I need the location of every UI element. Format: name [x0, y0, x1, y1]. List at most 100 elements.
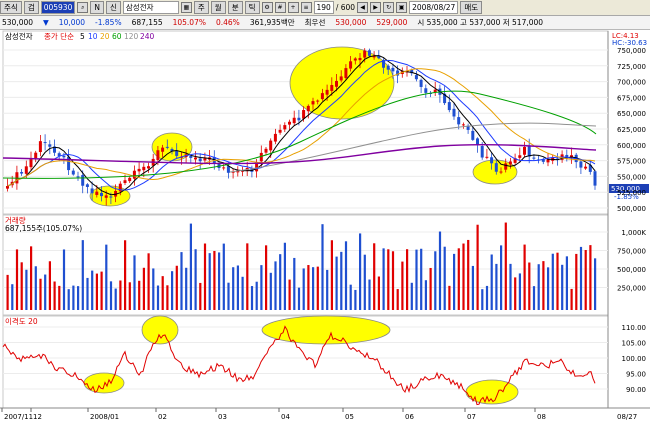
grid-icon[interactable]: # — [274, 2, 286, 13]
candle-body — [34, 152, 38, 159]
zoom-icon[interactable]: + — [287, 2, 299, 13]
candle-body — [546, 159, 550, 163]
ma60-label: 60 — [112, 32, 122, 41]
n-button[interactable]: N — [90, 1, 104, 14]
volume-bar — [448, 285, 451, 310]
candle-body — [264, 148, 268, 153]
volume-bar — [283, 242, 286, 310]
volume-bar — [359, 233, 362, 310]
volume-bar — [391, 251, 395, 310]
volume-bar — [124, 240, 127, 310]
period-week-button[interactable]: 주 — [193, 1, 209, 14]
candle-body — [325, 89, 329, 95]
x-axis-label: 03 — [218, 413, 227, 421]
ma-label: 종가 단순 — [44, 31, 74, 41]
chart-type-icon[interactable]: ▦ — [180, 2, 192, 13]
search-button[interactable]: 검 — [23, 1, 39, 14]
hc-label: HC:-30.63 — [612, 39, 647, 47]
volume-bar — [401, 261, 404, 310]
candle-body — [424, 88, 428, 93]
stock-chart[interactable]: 삼성전자 종가 단순 5 10 20 60 120 240 LC:4.13 HC… — [0, 30, 650, 427]
candle-body — [226, 166, 230, 173]
volume-bar — [467, 239, 470, 310]
candle-body — [20, 172, 24, 174]
candle-body — [222, 167, 226, 169]
candle-body — [85, 184, 89, 187]
period-tick-button[interactable]: 틱 — [244, 1, 260, 14]
volume-bar — [128, 282, 131, 310]
candle-body — [273, 133, 277, 142]
ma240-label: 240 — [140, 32, 155, 41]
quote-volume-pct: 105.07% — [172, 18, 206, 27]
candle-body — [367, 50, 371, 56]
x-axis-label: 07 — [467, 413, 476, 421]
candle-body — [29, 159, 33, 168]
candle-body — [330, 85, 334, 91]
period-month-button[interactable]: 월 — [210, 1, 226, 14]
candle-body — [132, 170, 136, 179]
stock-name-field[interactable]: 삼성전자 — [122, 1, 179, 14]
candle-body — [198, 158, 202, 162]
volume-bar — [109, 281, 113, 310]
volume-tick-label: 750,000 — [617, 248, 646, 256]
candle-body — [156, 150, 160, 160]
volume-bar — [241, 276, 244, 310]
volume-bar — [532, 286, 536, 310]
candle-body — [95, 191, 99, 195]
settings-icon[interactable]: ⚙ — [261, 2, 273, 13]
volume-bar — [166, 285, 169, 310]
candle-body — [67, 156, 71, 171]
volume-bar — [326, 269, 329, 310]
volume-bar — [142, 267, 145, 310]
volume-bar — [471, 265, 474, 310]
volume-bar — [232, 267, 235, 310]
candle-body — [447, 102, 451, 111]
candle-body — [6, 186, 9, 189]
arrow-right-icon[interactable]: ▶ — [370, 2, 382, 13]
volume-bar — [53, 281, 56, 310]
sell-button[interactable]: 매도 — [460, 1, 483, 14]
candle-body — [137, 168, 141, 172]
candle-body — [494, 163, 498, 172]
volume-bar — [30, 246, 33, 310]
volume-bar — [424, 280, 427, 310]
volume-bar — [302, 268, 305, 310]
period-minute-button[interactable]: 분 — [227, 1, 243, 14]
volume-bar — [321, 224, 324, 310]
volume-bar — [39, 278, 42, 310]
volume-bar — [86, 277, 89, 310]
volume-bar — [570, 288, 573, 310]
volume-bar — [274, 261, 277, 310]
date-input[interactable]: 2008/08/27 — [409, 1, 459, 14]
candle-body — [71, 170, 75, 175]
volume-bar — [161, 276, 164, 310]
volume-bar — [72, 285, 75, 310]
volume-bar — [307, 265, 310, 310]
volume-bar — [542, 261, 545, 310]
price-panel-title: 삼성전자 — [5, 31, 33, 41]
calendar-icon[interactable]: ▣ — [396, 2, 408, 13]
volume-bar — [213, 250, 216, 310]
candle-body — [297, 117, 301, 121]
volume-bar — [297, 287, 301, 310]
volume-tick-label: 250,000 — [617, 285, 646, 293]
market-select[interactable]: 주식 — [0, 1, 22, 14]
refresh-icon[interactable]: ↻ — [383, 2, 395, 13]
volume-bar — [119, 280, 122, 310]
volume-bar — [547, 267, 550, 310]
stock-code-input[interactable]: 005930 — [40, 1, 76, 14]
count-input[interactable]: 190 — [313, 1, 334, 14]
volume-bar — [589, 245, 592, 310]
volume-bar — [175, 265, 178, 310]
volume-bar — [396, 289, 399, 310]
search-icon[interactable]: ⌕ — [77, 2, 89, 13]
arrow-left-icon[interactable]: ◀ — [357, 2, 369, 13]
volume-bar — [293, 257, 296, 310]
sin-button[interactable]: 신 — [105, 1, 121, 14]
volume-bar — [25, 269, 28, 310]
list-icon[interactable]: ≡ — [300, 2, 312, 13]
disparity-panel-title: 이격도 20 — [5, 316, 38, 326]
volume-bar — [457, 248, 460, 310]
quote-ohlc: 시 535,000 고 537,000 저 517,000 — [417, 18, 544, 27]
candle-body — [104, 195, 108, 198]
